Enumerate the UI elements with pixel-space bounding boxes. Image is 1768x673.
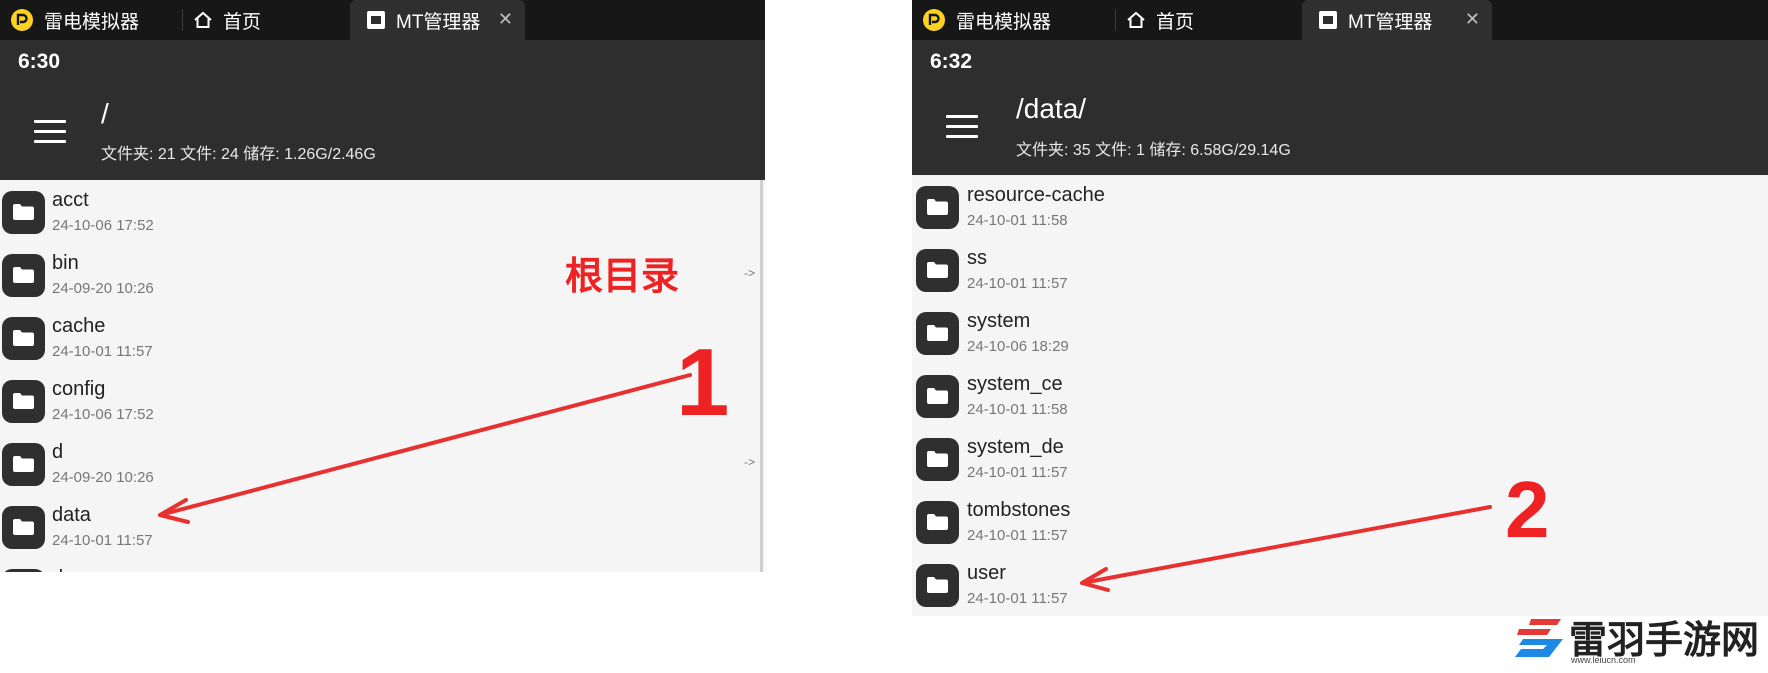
site-watermark: 雷羽手游网 www.leiucn.com [1513, 607, 1763, 667]
annotation-arrow-2 [1080, 505, 1492, 592]
leiyu-logo-icon [1515, 619, 1563, 657]
right-screenshot: 雷电模拟器 首页 MT管理器 ✕ 6:32 /data/ 文件夹: 35 文件:… [912, 0, 1768, 631]
watermark-url: www.leiucn.com [1571, 655, 1636, 665]
left-screenshot: 雷电模拟器 首页 MT管理器 ✕ 6:30 / 文件夹: 21 文件: 24 储… [0, 0, 765, 572]
annotation-arrow-1 [158, 373, 692, 524]
